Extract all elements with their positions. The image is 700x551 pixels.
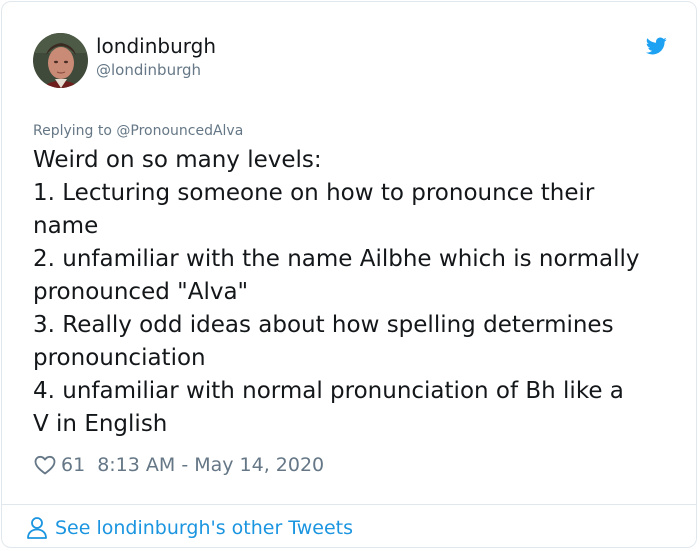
tweet-card: londinburgh @londinburgh Replying to @Pr… bbox=[1, 1, 697, 548]
tweet-text-line: V in English bbox=[33, 411, 168, 437]
tweet-meta: 61 8:13 AM - May 14, 2020 bbox=[33, 452, 324, 478]
tweet-text-line: 1. Lecturing someone on how to pronounce… bbox=[33, 180, 595, 206]
tweet-text: Weird on so many levels: 1. Lecturing so… bbox=[33, 144, 683, 441]
author-handle[interactable]: @londinburgh bbox=[96, 60, 201, 80]
tweet-text-line: Weird on so many levels: bbox=[33, 147, 322, 173]
author-display-name[interactable]: londinburgh bbox=[96, 34, 216, 58]
like-count[interactable]: 61 bbox=[61, 454, 85, 476]
tweet-text-line: 4. unfamiliar with normal pronunciation … bbox=[33, 378, 624, 404]
tweet-text-line: 2. unfamiliar with the name Ailbhe which… bbox=[33, 246, 640, 272]
twitter-bird-icon[interactable] bbox=[643, 35, 669, 57]
divider bbox=[2, 504, 696, 505]
reply-context[interactable]: Replying to @PronouncedAlva bbox=[33, 121, 243, 141]
tweet-text-line: 3. Really odd ideas about how spelling d… bbox=[33, 312, 614, 338]
tweet-text-line: pronounced "Alva" bbox=[33, 279, 249, 305]
avatar[interactable] bbox=[33, 33, 88, 88]
heart-icon[interactable] bbox=[33, 453, 57, 477]
tweet-text-line: name bbox=[33, 213, 99, 239]
person-icon bbox=[26, 516, 48, 540]
tweet-text-line: pronounciation bbox=[33, 345, 206, 371]
tweet-timestamp[interactable]: 8:13 AM - May 14, 2020 bbox=[97, 454, 324, 476]
see-other-tweets-link[interactable]: See londinburgh's other Tweets bbox=[26, 515, 353, 541]
see-other-tweets-label[interactable]: See londinburgh's other Tweets bbox=[55, 517, 353, 539]
